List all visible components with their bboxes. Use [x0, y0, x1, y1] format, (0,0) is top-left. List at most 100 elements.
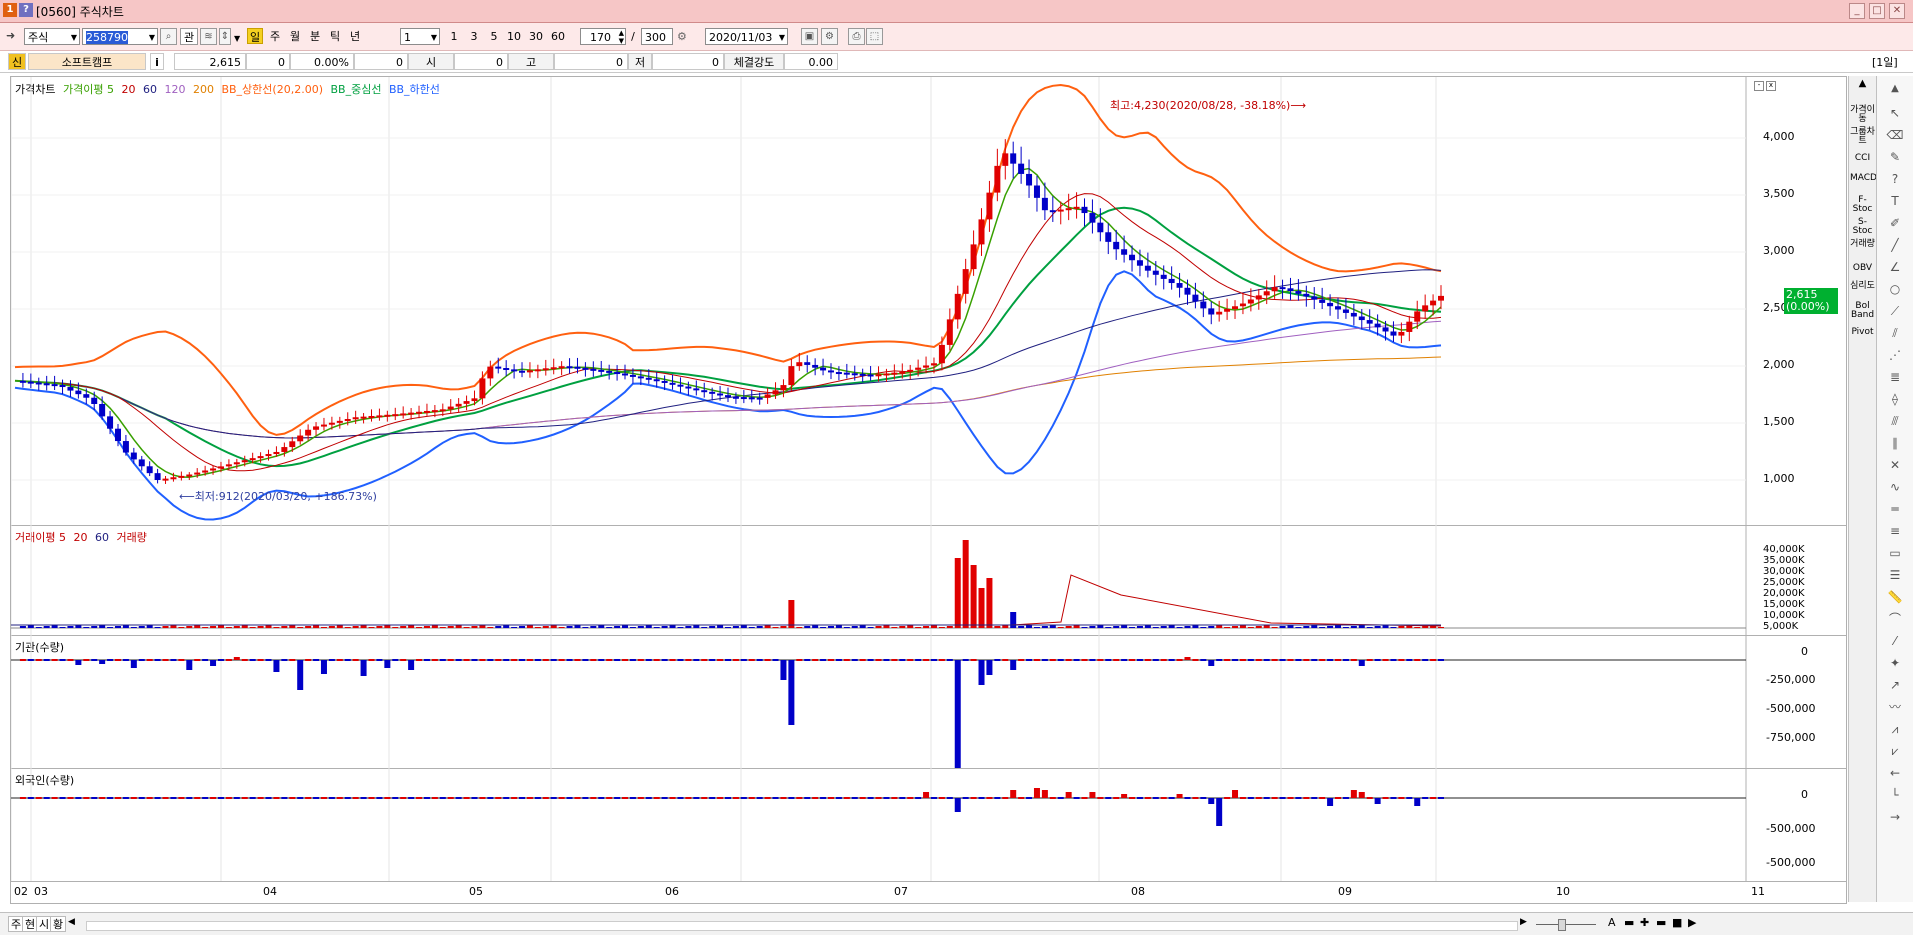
price-plot[interactable]	[11, 77, 1846, 525]
reset-zoom-icon[interactable]: ▬	[1656, 916, 1666, 929]
text-icon[interactable]: T	[1886, 192, 1904, 210]
save-icon[interactable]: ▣	[801, 28, 818, 45]
chart-area[interactable]: 가격차트 가격이평 5 20 60 120 200 BB_상한선(20,2.00…	[10, 76, 1847, 904]
interval-5-button[interactable]: 5	[486, 28, 502, 45]
interval-select[interactable]: 1 ▼	[400, 28, 440, 45]
search-icon[interactable]: ⌕	[160, 28, 177, 45]
close-button[interactable]: ✕	[1889, 3, 1905, 19]
date-picker[interactable]: 2020/11/03 ▼	[705, 28, 788, 45]
indicator-cci[interactable]: CCI	[1850, 154, 1875, 163]
panel-minimize-icon[interactable]: -	[1754, 81, 1764, 91]
wave-icon[interactable]: 〰	[1886, 698, 1904, 716]
horizontal-scrollbar[interactable]	[86, 921, 1518, 931]
zoom-out-icon[interactable]: ▬	[1624, 916, 1634, 929]
market-select[interactable]: 주식 ▼	[24, 28, 80, 45]
line-icon[interactable]: ╱	[1886, 236, 1904, 254]
arc-icon[interactable]: ⌒	[1886, 610, 1904, 628]
indicator-pivot[interactable]: Pivot	[1850, 328, 1875, 337]
indicator-bollinger[interactable]: Bol Band	[1850, 302, 1875, 320]
tab-scroll-left-icon[interactable]: ◀	[68, 917, 75, 927]
corner-icon[interactable]: └	[1886, 786, 1904, 804]
ruler-icon[interactable]: 📏	[1886, 588, 1904, 606]
indicator-volume[interactable]: 거래량	[1850, 240, 1875, 249]
capture-icon[interactable]: ⬚	[866, 28, 883, 45]
zoom-in-icon[interactable]: ✚	[1640, 916, 1649, 929]
stop-icon[interactable]: ■	[1672, 916, 1682, 929]
institution-plot[interactable]	[11, 635, 1846, 768]
gear-icon[interactable]: ⚙	[821, 28, 838, 45]
help-icon[interactable]: ?	[19, 3, 33, 17]
tab-hwang[interactable]: 황	[50, 916, 67, 932]
settings-small-icon[interactable]: ⚙	[677, 30, 687, 43]
draw-all-icon[interactable]: ✎	[1886, 148, 1904, 166]
indicator-group-chart[interactable]: 그룹차트	[1850, 128, 1875, 146]
fan-icon[interactable]: ⋰	[1886, 346, 1904, 364]
interval-1-button[interactable]: 1	[446, 28, 462, 45]
indicator-psychology[interactable]: 심리도	[1850, 282, 1875, 291]
print-icon[interactable]: ⎙	[848, 28, 865, 45]
cycle-icon[interactable]: ∿	[1886, 478, 1904, 496]
foreign-plot[interactable]	[11, 768, 1846, 881]
price-panel[interactable]: 가격차트 가격이평 5 20 60 120 200 BB_상한선(20,2.00…	[11, 77, 1846, 526]
rect-icon[interactable]: ▭	[1886, 544, 1904, 562]
zigzag-icon[interactable]: ⩗	[1886, 742, 1904, 760]
pattern-icon[interactable]: ⩘	[1886, 720, 1904, 738]
gann-icon[interactable]: ⟠	[1886, 390, 1904, 408]
volume-plot[interactable]	[11, 525, 1846, 635]
slash-icon[interactable]: ⁄	[1886, 632, 1904, 650]
trend-line-icon[interactable]: ⟋	[1886, 302, 1904, 320]
interval-10-button[interactable]: 10	[504, 28, 524, 45]
period-month-button[interactable]: 월	[286, 28, 304, 45]
period-tick-button[interactable]: 틱	[326, 28, 344, 45]
scroll-up-icon[interactable]: ▲	[1886, 80, 1904, 98]
cross-line-icon[interactable]: ✕	[1886, 456, 1904, 474]
list-icon[interactable]: ☰	[1886, 566, 1904, 584]
circle-icon[interactable]: ○	[1886, 280, 1904, 298]
indicator-macd[interactable]: MACD	[1850, 174, 1877, 183]
count-spinner[interactable]: 170 ▲ ▼	[580, 28, 626, 45]
gwan-button[interactable]: 관	[180, 28, 198, 45]
eraser-icon[interactable]: ⌫	[1886, 126, 1904, 144]
play-icon[interactable]: ▶	[1688, 916, 1696, 929]
total-input[interactable]: 300	[641, 28, 673, 45]
indicator-f-stoc[interactable]: F-Stoc	[1850, 196, 1875, 214]
stock-name[interactable]: 소프트캠프	[28, 53, 146, 70]
indicator-s-stoc[interactable]: S-Stoc	[1850, 218, 1875, 236]
pen-icon[interactable]: ✐	[1886, 214, 1904, 232]
app-icon[interactable]: 1	[3, 3, 17, 17]
auto-icon[interactable]: ≡	[1886, 522, 1904, 540]
arrow-line-icon[interactable]: ↗	[1886, 676, 1904, 694]
minimize-button[interactable]: _	[1849, 3, 1865, 19]
interval-60-button[interactable]: 60	[548, 28, 568, 45]
indicator-price-ma[interactable]: 가격이동	[1850, 106, 1875, 124]
code-input[interactable]: 258790 ▼	[82, 28, 158, 45]
interval-30-button[interactable]: 30	[526, 28, 546, 45]
scroll-right-icon[interactable]: ▶	[1520, 917, 1527, 927]
parallel-icon[interactable]: ∥	[1886, 434, 1904, 452]
foreign-panel[interactable]: 외국인(수량) 0 -500,000 -500,000	[11, 768, 1846, 882]
panel-close-icon[interactable]: x	[1766, 81, 1776, 91]
period-day-button[interactable]: 일	[247, 28, 263, 44]
cursor-icon[interactable]: ↖	[1886, 104, 1904, 122]
channel-icon[interactable]: ⫽	[1886, 324, 1904, 342]
stock-list-icon[interactable]: ≋	[200, 28, 217, 45]
right-arrow-icon[interactable]: →	[1886, 808, 1904, 826]
period-minute-button[interactable]: 분	[306, 28, 324, 45]
scroll-up-icon[interactable]: ▲	[1850, 79, 1875, 89]
volume-panel[interactable]: 거래이평 5 20 60 거래량 40,000K 35,000K 30,000K…	[11, 525, 1846, 636]
fibo-icon[interactable]: ≣	[1886, 368, 1904, 386]
interval-3-button[interactable]: 3	[466, 28, 482, 45]
angle-line-icon[interactable]: ∠	[1886, 258, 1904, 276]
question-icon[interactable]: ?	[1886, 170, 1904, 188]
font-size-icon[interactable]: A	[1608, 916, 1616, 929]
arrow-in-icon[interactable]: ➜	[6, 30, 18, 41]
period-week-button[interactable]: 주	[266, 28, 284, 45]
maximize-button[interactable]: □	[1869, 3, 1885, 19]
info-icon[interactable]: i	[150, 53, 164, 70]
left-arrow-icon[interactable]: ←	[1886, 764, 1904, 782]
dropdown-icon[interactable]: ▼	[234, 34, 240, 43]
zoom-slider[interactable]	[1536, 917, 1596, 931]
hline-icon[interactable]: ═	[1886, 500, 1904, 518]
updown-icon[interactable]: ⇕	[219, 28, 231, 45]
indicator-obv[interactable]: OBV	[1850, 264, 1875, 273]
